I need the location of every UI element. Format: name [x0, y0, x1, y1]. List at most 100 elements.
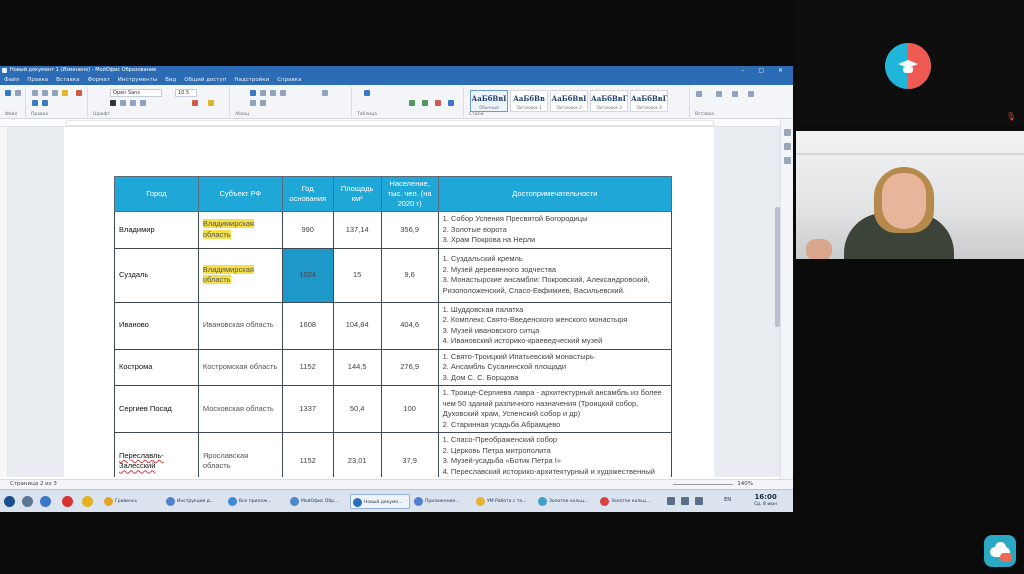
style-normal[interactable]: АаБбВвІ Обычный [470, 90, 508, 112]
cell-subject[interactable]: Ивановская область [197, 301, 283, 350]
insert-table-icon[interactable] [696, 91, 702, 97]
menu-item[interactable]: Вставка [56, 75, 79, 85]
vertical-ruler[interactable] [0, 127, 8, 477]
cell-city[interactable]: Кострома [114, 348, 199, 386]
cell-area[interactable]: 144,5 [332, 348, 382, 386]
cell-fill-icon[interactable] [364, 90, 370, 96]
cell-city[interactable]: Сергиев Посад [114, 385, 199, 433]
document-page[interactable]: Город Субъект РФ Год основания Площадь к… [64, 127, 714, 477]
participant-video-tile[interactable] [796, 131, 1024, 259]
clear-format-icon[interactable] [76, 90, 82, 96]
cell-area[interactable]: 15 [332, 247, 382, 303]
font-name-select[interactable]: Open Sans [110, 89, 162, 97]
paste-icon[interactable] [32, 90, 38, 96]
taskbar-item[interactable]: УМ Работа с та... [474, 494, 534, 509]
cell-subject[interactable]: Владимирская область [197, 247, 283, 303]
taskbar-item[interactable]: Золотое кольц... [536, 494, 596, 509]
bold-icon[interactable] [110, 100, 116, 106]
taskbar-item[interactable]: Золотое кольц... [598, 494, 658, 509]
network-icon[interactable] [681, 497, 689, 505]
cell-population[interactable]: 100 [380, 385, 439, 433]
font-size-select[interactable]: 10.5 [175, 89, 197, 97]
menu-item[interactable]: Формат [87, 75, 109, 85]
start-menu-icon[interactable] [4, 496, 15, 507]
taskbar-item[interactable]: Гривенсь [102, 494, 162, 509]
cell-city[interactable]: Владимир [114, 211, 199, 249]
align-left-icon[interactable] [250, 90, 256, 96]
header-year[interactable]: Год основания [281, 176, 334, 212]
cell-sights[interactable]: 1. Троице-Сергиева лавра - архитектурный… [437, 385, 673, 433]
cell-year[interactable]: 1152 [281, 432, 334, 477]
cell-population[interactable]: 276,9 [380, 348, 439, 386]
delete-row-icon[interactable] [435, 100, 441, 106]
volume-icon[interactable] [667, 497, 675, 505]
menu-item[interactable]: Инструменты [118, 75, 157, 85]
cell-year[interactable]: 1337 [281, 385, 334, 433]
cell-subject[interactable]: Московская область [197, 385, 283, 433]
taskbar-item[interactable]: Все прилож... [226, 494, 286, 509]
redo-icon[interactable] [42, 100, 48, 106]
font-color-icon[interactable] [192, 100, 198, 106]
header-city[interactable]: Город [114, 176, 199, 212]
italic-icon[interactable] [120, 100, 126, 106]
cut-icon[interactable] [52, 90, 58, 96]
browser-icon[interactable] [62, 496, 73, 507]
cell-city[interactable]: Иваново [114, 301, 199, 350]
style-heading-2[interactable]: АаБбВвІ Заголовок 2 [550, 90, 588, 112]
cell-population[interactable]: 404,6 [380, 301, 439, 350]
style-heading-1[interactable]: АаБбВв Заголовок 1 [510, 90, 548, 112]
panel-icon[interactable] [784, 143, 791, 150]
numbering-icon[interactable] [260, 100, 266, 106]
keyboard-layout[interactable]: EN [724, 497, 731, 503]
cell-subject[interactable]: Костромская область [197, 348, 283, 386]
cell-year[interactable]: 1152 [281, 348, 334, 386]
table-row[interactable]: Кострома Костромская область 1152 144,5 276,… [114, 348, 673, 386]
style-heading-3[interactable]: АаБбВвГ Заголовок 3 [590, 90, 628, 112]
panel-icon[interactable] [784, 157, 791, 164]
taskbar-item[interactable]: Новый докуме... [350, 494, 410, 509]
window-controls[interactable]: – ▢ ✕ [741, 66, 789, 75]
cell-city[interactable]: Суздаль [114, 247, 199, 303]
line-spacing-icon[interactable] [322, 90, 328, 96]
insert-column-icon[interactable] [409, 100, 415, 106]
table-row[interactable]: Сергиев Посад Московская область 1337 50,4 1… [114, 385, 673, 433]
header-sights[interactable]: Достопримечательности [437, 176, 673, 212]
horizontal-ruler[interactable] [0, 119, 780, 127]
copy-icon[interactable] [42, 90, 48, 96]
cell-area[interactable]: 50,4 [332, 385, 382, 433]
merge-cells-icon[interactable] [448, 100, 454, 106]
menu-item[interactable]: Справка [277, 75, 301, 85]
bullets-icon[interactable] [250, 100, 256, 106]
notes-icon[interactable] [82, 496, 93, 507]
zoom-level[interactable]: 140% [737, 480, 753, 489]
cell-population[interactable]: 37,9 [380, 432, 439, 477]
participant-tile-logo[interactable]: 🎙 [796, 0, 1024, 126]
cell-year[interactable]: 1024 [281, 247, 334, 303]
clock[interactable]: 16:00 Ср, 8 июн [754, 493, 777, 509]
files-icon[interactable] [22, 496, 33, 507]
underline-icon[interactable] [130, 100, 136, 106]
menu-item[interactable]: Надстройки [234, 75, 269, 85]
align-right-icon[interactable] [270, 90, 276, 96]
menu-item[interactable]: Правка [27, 75, 48, 85]
cell-year[interactable]: 1608 [281, 301, 334, 350]
taskbar-item[interactable]: Приложение... [412, 494, 472, 509]
insert-comment-icon[interactable] [748, 91, 754, 97]
table-row[interactable]: Переславль-Залесский Ярославская область 1… [114, 432, 673, 477]
insert-image-icon[interactable] [716, 91, 722, 97]
menu-item[interactable]: Вид [165, 75, 176, 85]
insert-row-icon[interactable] [422, 100, 428, 106]
cell-subject[interactable]: Владимирская область [197, 211, 283, 249]
taskbar-item[interactable]: Инструкция д... [164, 494, 224, 509]
menu-item[interactable]: Файл [4, 75, 19, 85]
battery-icon[interactable] [695, 497, 703, 505]
cities-table[interactable]: Город Субъект РФ Год основания Площадь к… [114, 176, 673, 477]
print-icon[interactable] [5, 90, 11, 96]
strike-icon[interactable] [140, 100, 146, 106]
menu-item[interactable]: Общий доступ [184, 75, 226, 85]
cell-sights[interactable]: 1. Свято-Троицкий Ипатьевский монастырь … [437, 348, 673, 386]
taskbar-item[interactable]: МойОфис Обр... [288, 494, 348, 509]
insert-link-icon[interactable] [732, 91, 738, 97]
save-icon[interactable] [15, 90, 21, 96]
align-center-icon[interactable] [260, 90, 266, 96]
